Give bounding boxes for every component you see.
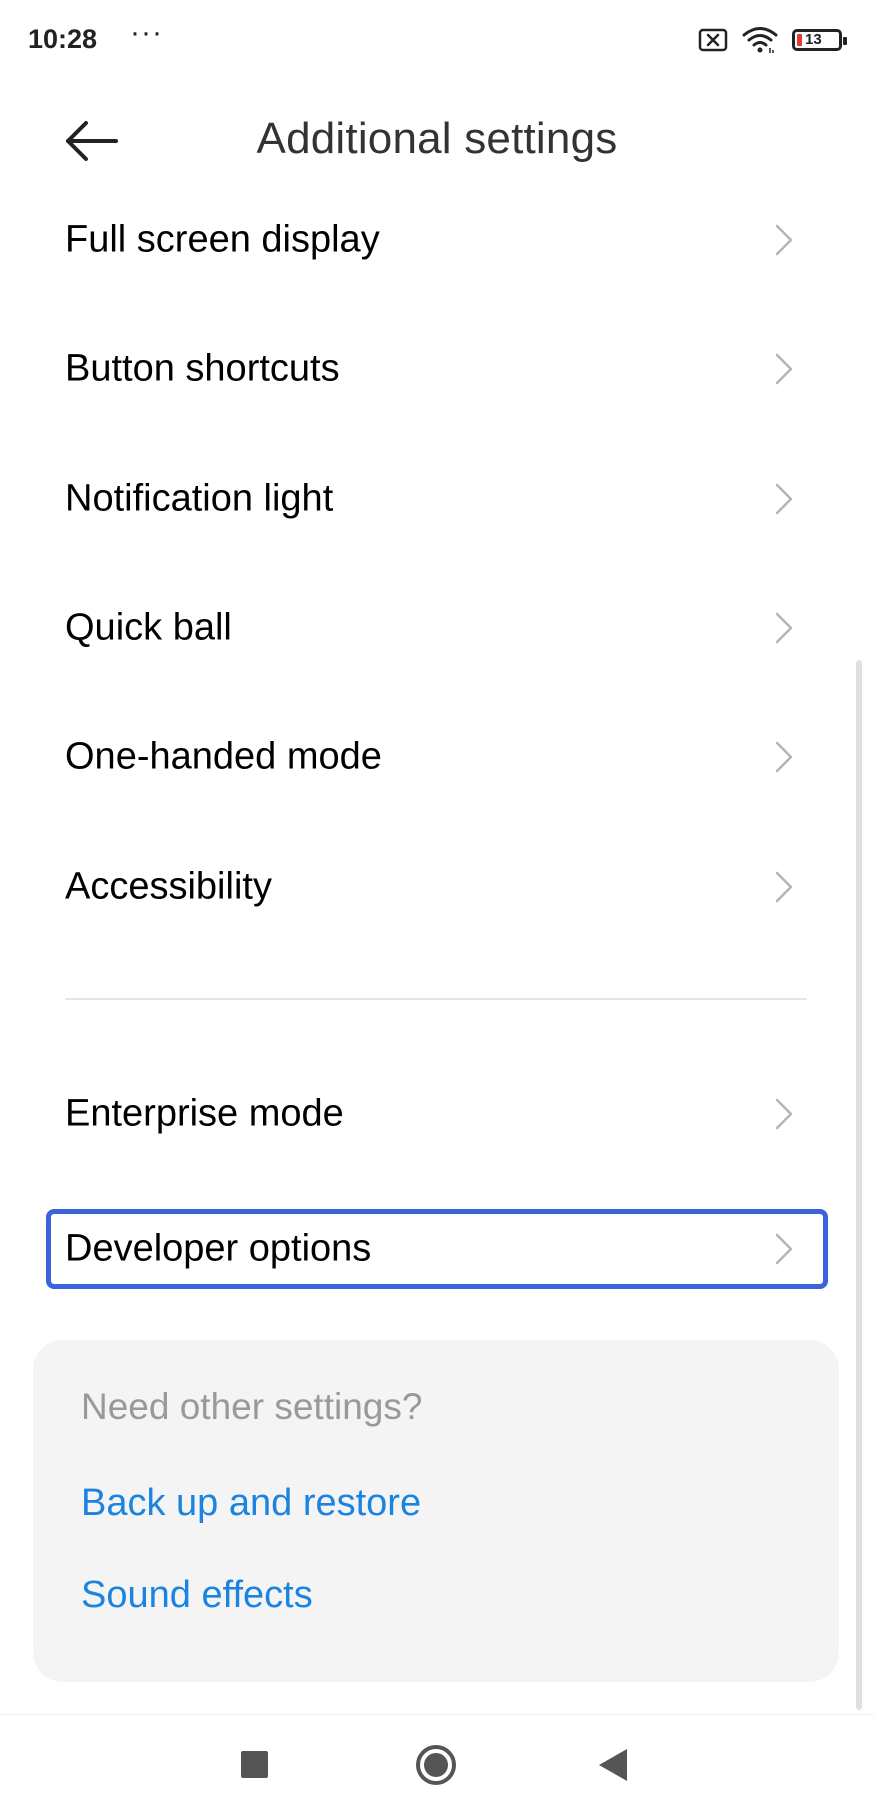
chevron-right-icon	[775, 224, 793, 256]
settings-item-accessibility[interactable]: Accessibility	[46, 847, 828, 927]
chevron-right-icon	[775, 1233, 793, 1265]
suggestions-card: Need other settings? Back up and restore…	[33, 1340, 839, 1682]
chevron-right-icon	[775, 353, 793, 385]
back-nav-button[interactable]	[583, 1735, 643, 1795]
battery-fill	[797, 34, 802, 46]
chevron-right-icon	[775, 871, 793, 903]
recents-button[interactable]	[225, 1735, 285, 1795]
settings-item-developer-options[interactable]: Developer options	[46, 1209, 828, 1289]
settings-item-one-handed-mode[interactable]: One-handed mode	[46, 717, 828, 797]
settings-item-label: Notification light	[65, 477, 334, 520]
status-icons: 13	[698, 26, 847, 54]
link-back-up-and-restore[interactable]: Back up and restore	[81, 1482, 421, 1525]
settings-item-label: One-handed mode	[65, 735, 382, 778]
settings-item-label: Full screen display	[65, 218, 380, 261]
more-notifications-icon: ···	[130, 16, 163, 49]
section-divider	[65, 998, 807, 1000]
chevron-right-icon	[775, 741, 793, 773]
settings-item-label: Quick ball	[65, 606, 232, 649]
recents-square-icon	[241, 1751, 268, 1778]
settings-item-enterprise-mode[interactable]: Enterprise mode	[46, 1074, 828, 1154]
link-sound-effects[interactable]: Sound effects	[81, 1574, 313, 1617]
navigation-bar	[0, 1714, 874, 1815]
settings-item-label: Button shortcuts	[65, 347, 340, 390]
sim-disabled-icon	[698, 28, 728, 52]
scrollbar[interactable]	[856, 660, 862, 1710]
suggestions-title: Need other settings?	[81, 1386, 423, 1427]
chevron-right-icon	[775, 1098, 793, 1130]
home-circle-icon	[416, 1745, 456, 1785]
battery-icon: 13	[792, 29, 847, 51]
status-time: 10:28	[28, 24, 98, 54]
status-bar: 10:28 ··· 13	[0, 0, 874, 86]
settings-item-quick-ball[interactable]: Quick ball	[46, 588, 828, 668]
wifi-icon	[742, 26, 778, 54]
settings-item-label: Developer options	[65, 1227, 372, 1270]
chevron-right-icon	[775, 612, 793, 644]
home-button[interactable]	[406, 1735, 466, 1795]
settings-item-notification-light[interactable]: Notification light	[46, 459, 828, 539]
settings-item-button-shortcuts[interactable]: Button shortcuts	[46, 329, 828, 409]
header: Additional settings	[0, 96, 874, 186]
back-triangle-icon	[599, 1749, 627, 1781]
settings-item-label: Enterprise mode	[65, 1092, 344, 1135]
chevron-right-icon	[775, 483, 793, 515]
page-title: Additional settings	[256, 114, 618, 163]
settings-item-label: Accessibility	[65, 865, 272, 908]
battery-level: 13	[805, 31, 822, 48]
settings-item-full-screen-display[interactable]: Full screen display	[46, 200, 828, 280]
